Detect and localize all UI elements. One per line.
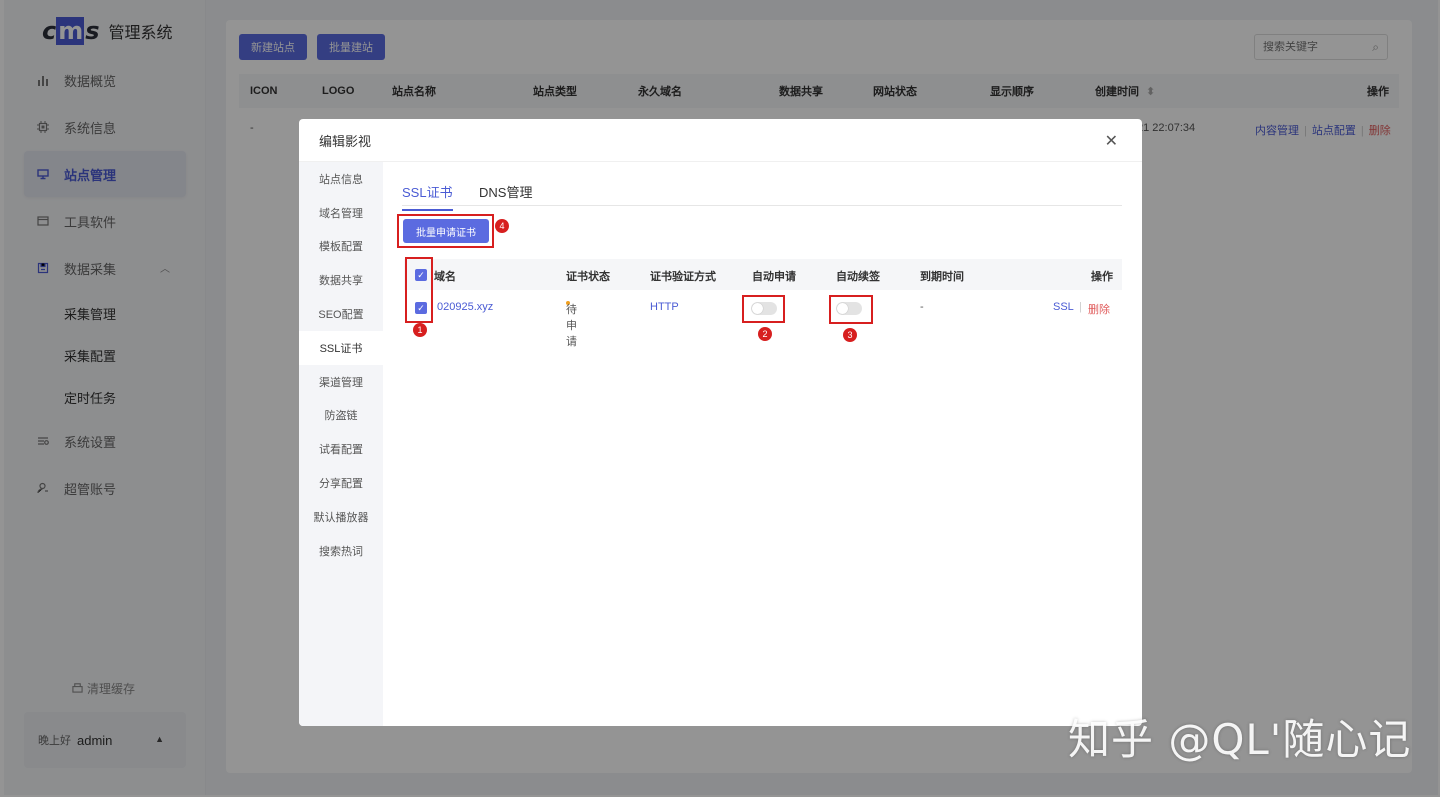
nav-anti-leech[interactable]: 防盗链 xyxy=(299,399,383,433)
tab-dns[interactable]: DNS管理 xyxy=(479,182,532,209)
annotation-badge-4: 4 xyxy=(495,219,509,233)
annotation-badge-2: 2 xyxy=(758,327,772,341)
annotation-box-2 xyxy=(742,295,785,323)
close-icon[interactable]: ✕ xyxy=(1105,131,1118,151)
annotation-badge-3: 3 xyxy=(843,328,857,342)
nav-template-config[interactable]: 模板配置 xyxy=(299,230,383,264)
modal-side-nav: 站点信息 域名管理 模板配置 数据共享 SEO配置 SSL证书 渠道管理 防盗链… xyxy=(299,162,383,726)
watermark: 知乎 @QL'随心记 xyxy=(1068,715,1412,764)
domain-link[interactable]: 020925.xyz xyxy=(437,301,493,313)
nav-ssl-cert[interactable]: SSL证书 xyxy=(299,330,383,365)
nav-share-config[interactable]: 分享配置 xyxy=(299,466,383,500)
delete-link[interactable]: 删除 xyxy=(1088,301,1110,317)
column-header: 操作 xyxy=(1091,271,1113,283)
ssl-table-header: ✓ 域名 证书状态 证书验证方式 自动申请 自动续签 到期时间 操作 xyxy=(404,259,1122,290)
column-header: 域名 xyxy=(434,271,456,283)
verify-method: HTTP xyxy=(650,301,679,313)
column-header: 到期时间 xyxy=(920,271,964,283)
expiry-cell: - xyxy=(920,301,924,313)
column-header: 自动续签 xyxy=(836,271,880,283)
nav-hot-search[interactable]: 搜索热词 xyxy=(299,534,383,568)
annotation-box-4 xyxy=(397,214,494,248)
tab-ssl[interactable]: SSL证书 xyxy=(402,182,453,211)
modal-title: 编辑影视 xyxy=(319,133,372,149)
nav-data-share[interactable]: 数据共享 xyxy=(299,263,383,297)
annotation-badge-1: 1 xyxy=(413,323,427,337)
nav-channel-manage[interactable]: 渠道管理 xyxy=(299,365,383,399)
nav-site-info[interactable]: 站点信息 xyxy=(299,162,383,196)
nav-preview-config[interactable]: 试看配置 xyxy=(299,432,383,466)
annotation-box-1 xyxy=(405,257,433,323)
column-header: 自动申请 xyxy=(752,271,796,283)
column-header: 证书验证方式 xyxy=(650,271,716,283)
annotation-box-3 xyxy=(829,295,873,324)
modal-header: 编辑影视 xyxy=(299,119,1142,162)
nav-default-player[interactable]: 默认播放器 xyxy=(299,500,383,534)
nav-domain-manage[interactable]: 域名管理 xyxy=(299,196,383,230)
nav-seo-config[interactable]: SEO配置 xyxy=(299,297,383,331)
ssl-action-link[interactable]: SSL xyxy=(1053,301,1074,313)
action-separator: | xyxy=(1079,301,1082,313)
edit-site-modal: 编辑影视 ✕ 站点信息 域名管理 模板配置 数据共享 SEO配置 SSL证书 渠… xyxy=(299,119,1142,726)
cert-status-label: 待申请 xyxy=(566,304,577,348)
column-header: 证书状态 xyxy=(566,271,610,283)
tab-bar: SSL证书 DNS管理 xyxy=(402,174,1122,211)
modal-body: SSL证书 DNS管理 批量申请证书 ✓ 域名 证书状态 证书验证方式 自动申请… xyxy=(383,162,1142,726)
